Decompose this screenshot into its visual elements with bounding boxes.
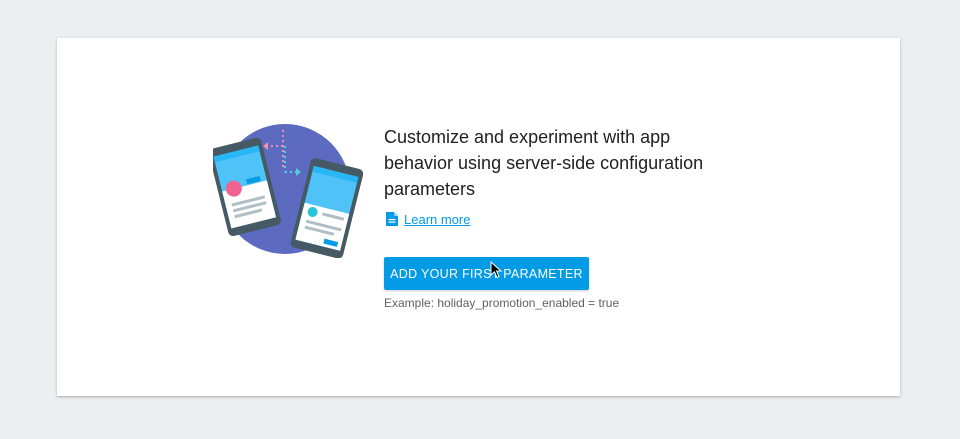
empty-state-headline: Customize and experiment with app behavi… <box>384 127 704 199</box>
empty-state-card: Customize and experiment with app behavi… <box>57 38 900 396</box>
mouse-cursor-icon <box>490 261 502 279</box>
document-icon <box>386 212 398 226</box>
add-first-parameter-button[interactable]: ADD YOUR FIRST PARAMETER <box>384 257 589 290</box>
learn-more-label[interactable]: Learn more <box>404 212 470 227</box>
empty-state-content: Customize and experiment with app behavi… <box>384 124 744 310</box>
learn-more-link[interactable]: Learn more <box>384 209 744 229</box>
phones-config-illustration <box>213 124 363 258</box>
example-hint: Example: holiday_promotion_enabled = tru… <box>384 296 620 310</box>
